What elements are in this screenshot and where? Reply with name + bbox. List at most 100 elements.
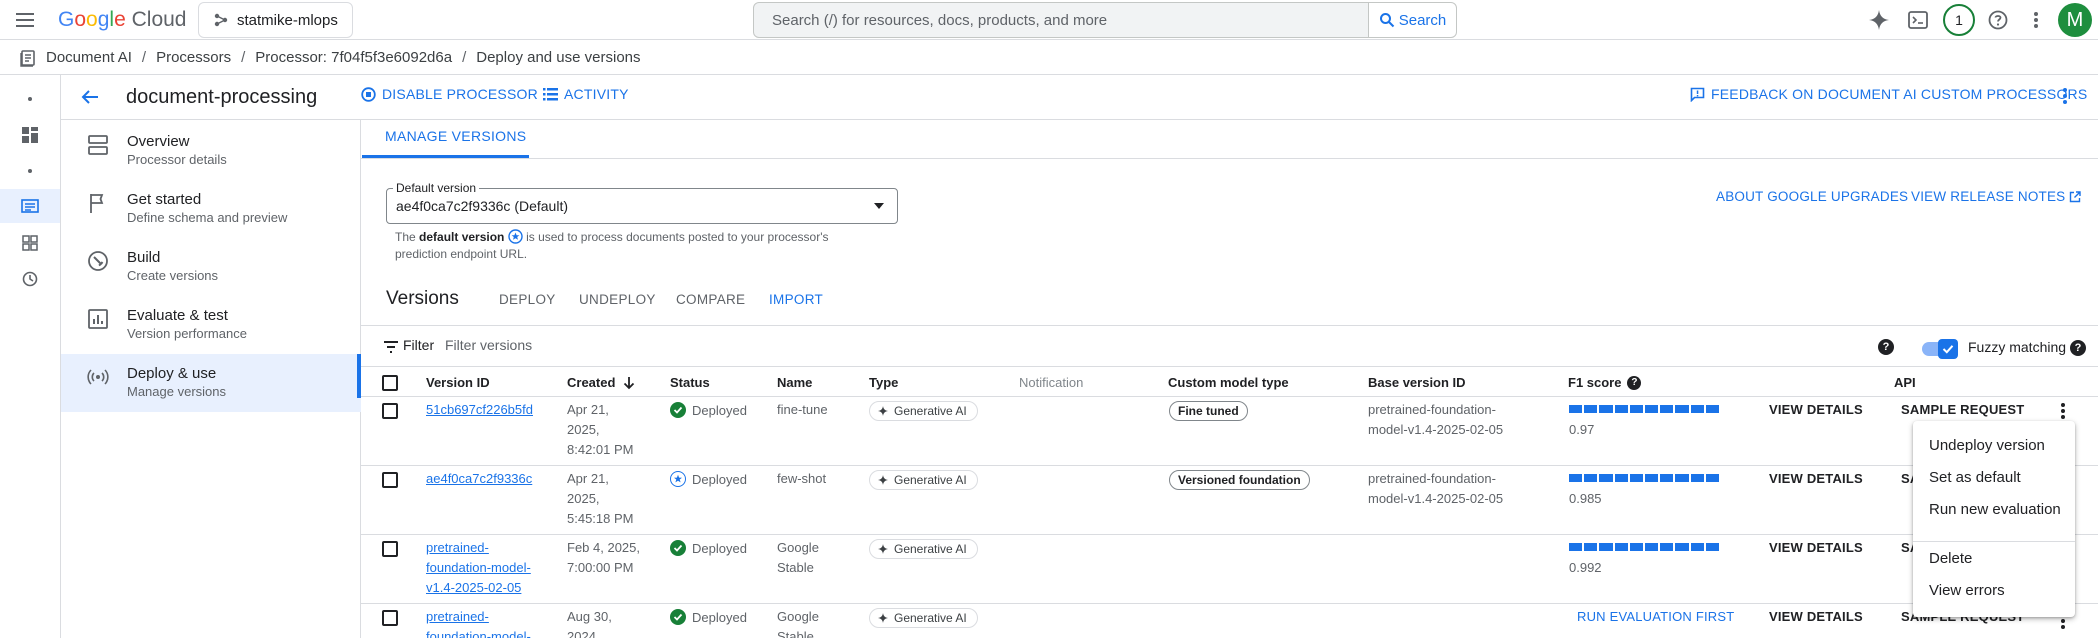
- view-details-button[interactable]: VIEW DETAILS: [1769, 402, 1863, 417]
- history-icon: [22, 271, 38, 287]
- search-button[interactable]: Search: [1368, 2, 1457, 38]
- flag-icon: [87, 192, 109, 214]
- main-menu-icon[interactable]: [14, 10, 36, 30]
- sparkle-icon: [878, 406, 888, 416]
- column-header-custom-model-type[interactable]: Custom model type: [1168, 375, 1289, 390]
- apps-grid-icon: [22, 235, 38, 251]
- menu-item-view-errors[interactable]: View errors: [1929, 582, 2005, 599]
- status-deployed: Deployed: [670, 540, 747, 556]
- cloud-shell-icon[interactable]: [1906, 8, 1930, 32]
- feedback-button[interactable]: FEEDBACK ON DOCUMENT AI CUSTOM PROCESSOR…: [1690, 86, 2087, 102]
- filter-icon[interactable]: [382, 338, 400, 356]
- column-header-created[interactable]: Created: [567, 375, 635, 390]
- select-all-checkbox[interactable]: [382, 375, 398, 391]
- rail-item-1[interactable]: [0, 82, 60, 116]
- rail-item-dashboard[interactable]: [0, 118, 60, 152]
- menu-item-undeploy-version[interactable]: Undeploy version: [1929, 437, 2045, 454]
- f1-bar-segment: [1584, 474, 1598, 482]
- column-header-api[interactable]: API: [1894, 375, 1916, 390]
- fuzzy-help-icon[interactable]: ?: [2070, 340, 2086, 356]
- row-checkbox[interactable]: [382, 610, 398, 626]
- notifications-badge[interactable]: 1: [1943, 4, 1975, 36]
- sidenav-item-evaluate[interactable]: Evaluate & test Version performance: [61, 296, 361, 354]
- column-header-notification[interactable]: Notification: [1019, 375, 1083, 390]
- google-cloud-logo[interactable]: Google Cloud: [58, 8, 186, 32]
- deploy-button[interactable]: DEPLOY: [499, 292, 556, 307]
- gemini-sparkle-icon[interactable]: [1867, 8, 1891, 32]
- created-cell: Feb 4, 2025, 7:00:00 PM: [567, 540, 640, 575]
- row-checkbox[interactable]: [382, 541, 398, 557]
- run-evaluation-first-link[interactable]: RUN EVALUATION FIRST: [1577, 609, 1734, 624]
- sidenav-item-deploy[interactable]: Deploy & use Manage versions: [61, 354, 361, 412]
- project-picker-button[interactable]: statmike-mlops: [198, 2, 353, 38]
- search-input[interactable]: Search (/) for resources, docs, products…: [753, 2, 1369, 38]
- name-cell: Google Stable: [777, 609, 819, 638]
- sidenav-item-title: Evaluate & test: [127, 307, 228, 324]
- breadcrumb-separator: /: [141, 49, 147, 66]
- compare-button[interactable]: COMPARE: [676, 292, 745, 307]
- f1-score-bar: [1569, 405, 1720, 413]
- avatar[interactable]: M: [2058, 3, 2092, 37]
- sidenav-item-title: Overview: [127, 133, 190, 150]
- view-details-button[interactable]: VIEW DETAILS: [1769, 471, 1863, 486]
- version-id-link[interactable]: pretrained- foundation-model-: [426, 607, 531, 638]
- row-more-icon[interactable]: [2051, 399, 2075, 423]
- breadcrumb-processors[interactable]: Processors: [156, 49, 231, 66]
- sparkle-icon: [878, 475, 888, 485]
- more-options-icon[interactable]: [2024, 8, 2048, 32]
- breadcrumb-document-ai[interactable]: Document AI: [46, 49, 132, 66]
- column-header-version-id[interactable]: Version ID: [426, 375, 490, 390]
- about-google-upgrades-link[interactable]: ABOUT GOOGLE UPGRADES: [1716, 189, 1908, 204]
- menu-item-delete[interactable]: Delete: [1929, 550, 1972, 567]
- column-header-status[interactable]: Status: [670, 375, 710, 390]
- fuzzy-matching-toggle[interactable]: [1922, 339, 1958, 359]
- view-release-notes-link[interactable]: VIEW RELEASE NOTES: [1911, 189, 2082, 204]
- rail-item-apps[interactable]: [0, 226, 60, 260]
- version-id-link[interactable]: pretrained- foundation-model- v1.4-2025-…: [426, 538, 531, 598]
- sample-request-button[interactable]: SAMPLE REQUEST: [1901, 402, 2024, 417]
- analytics-icon: [87, 308, 109, 330]
- sidenav-item-build[interactable]: Build Create versions: [61, 238, 361, 296]
- view-details-button[interactable]: VIEW DETAILS: [1769, 609, 1863, 624]
- menu-item-run-new-evaluation[interactable]: Run new evaluation: [1929, 501, 2061, 518]
- version-id-link[interactable]: ae4f0ca7c2f9336c: [426, 469, 532, 489]
- disable-processor-button[interactable]: DISABLE PROCESSOR: [361, 86, 538, 102]
- filter-help-icon[interactable]: ?: [1878, 339, 1894, 355]
- f1-help-icon[interactable]: ?: [1627, 375, 1642, 390]
- sidenav-item-get-started[interactable]: Get started Define schema and preview: [61, 180, 361, 238]
- filter-input[interactable]: Filter versions: [445, 337, 532, 353]
- view-details-button[interactable]: VIEW DETAILS: [1769, 540, 1863, 555]
- undeploy-button[interactable]: UNDEPLOY: [579, 292, 656, 307]
- dropdown-caret-icon[interactable]: [872, 199, 886, 213]
- help-icon[interactable]: [1986, 8, 2010, 32]
- type-chip: Generative AI: [869, 401, 978, 421]
- rail-item-history[interactable]: [0, 262, 60, 296]
- activity-button[interactable]: ACTIVITY: [543, 86, 629, 102]
- sidenav-item-title: Get started: [127, 191, 202, 208]
- header-more-icon[interactable]: [2053, 84, 2077, 108]
- sidenav-item-overview[interactable]: Overview Processor details: [61, 122, 361, 180]
- feedback-icon: [1690, 87, 1705, 102]
- toggle-check-icon: [1938, 339, 1958, 359]
- f1-bar-segment: [1629, 543, 1644, 551]
- column-header-f1-score[interactable]: F1 score ?: [1568, 375, 1642, 390]
- back-arrow-icon[interactable]: [78, 85, 102, 109]
- broadcast-icon: [87, 366, 109, 388]
- rail-item-2[interactable]: [0, 154, 60, 188]
- column-header-name[interactable]: Name: [777, 375, 812, 390]
- tab-manage-versions[interactable]: MANAGE VERSIONS: [385, 128, 526, 144]
- row-checkbox[interactable]: [382, 472, 398, 488]
- version-id-link[interactable]: 51cb697cf226b5fd: [426, 400, 533, 420]
- row-checkbox[interactable]: [382, 403, 398, 419]
- docs-icon[interactable]: [20, 49, 38, 67]
- breadcrumb-processor[interactable]: Processor: 7f04f5f3e6092d6a: [255, 49, 452, 66]
- column-header-base-version-id[interactable]: Base version ID: [1368, 375, 1466, 390]
- column-header-type[interactable]: Type: [869, 375, 898, 390]
- menu-item-set-as-default[interactable]: Set as default: [1929, 469, 2021, 486]
- sidenav-item-subtitle: Create versions: [127, 268, 219, 283]
- import-button[interactable]: IMPORT: [769, 292, 823, 307]
- rail-item-document-ai[interactable]: [0, 189, 60, 223]
- check-circle-icon: [670, 402, 686, 418]
- f1-bar-segment: [1645, 474, 1659, 482]
- versions-heading: Versions: [386, 288, 459, 309]
